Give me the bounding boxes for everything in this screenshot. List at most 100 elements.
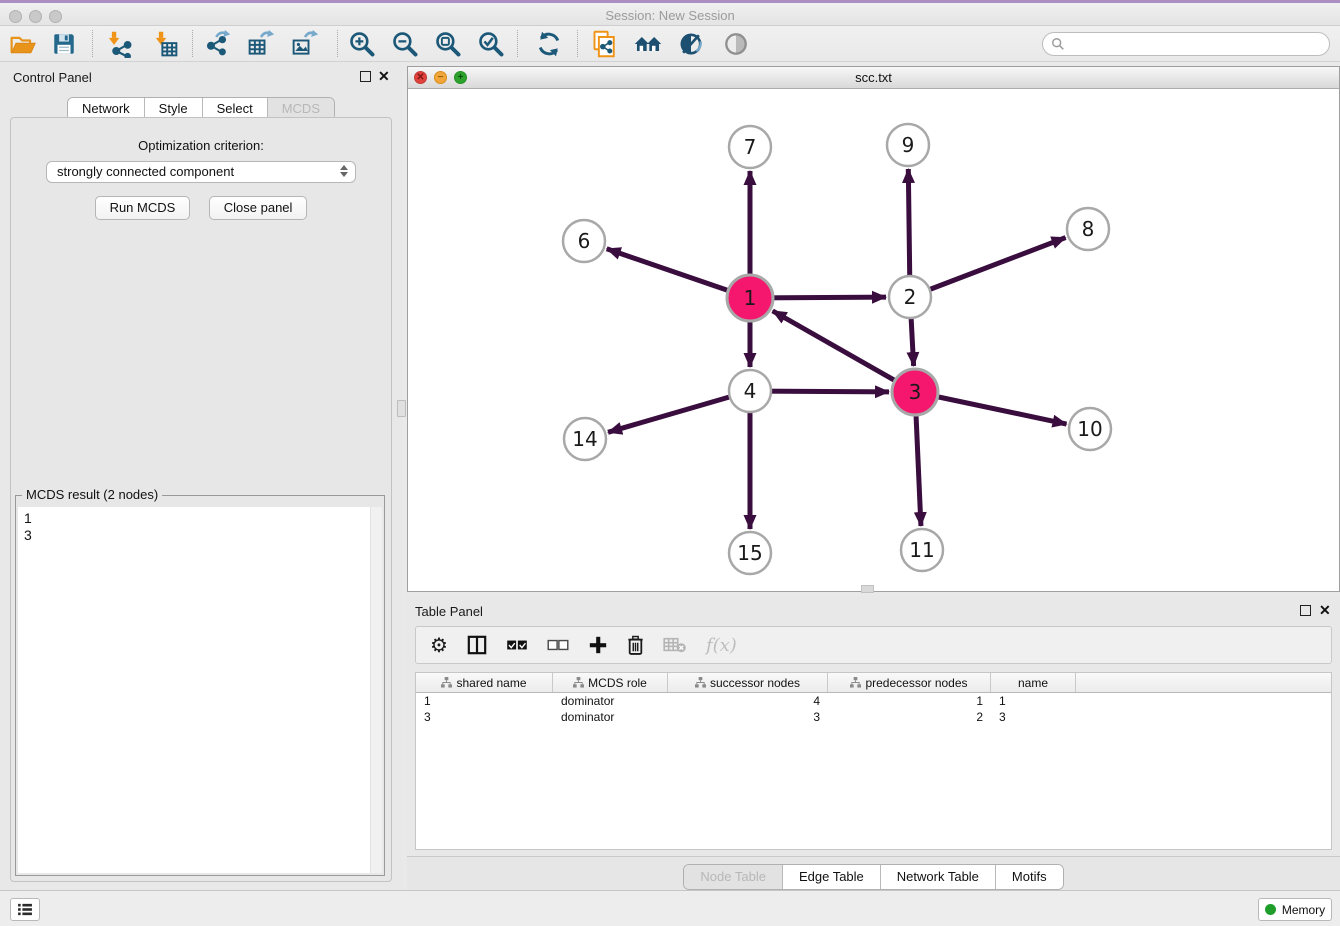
node-label-1: 1 (744, 286, 757, 310)
function-builder-icon[interactable]: f(x) (706, 631, 737, 659)
node-label-4: 4 (744, 379, 757, 403)
run-mcds-button[interactable]: Run MCDS (95, 196, 191, 220)
table-header-row: shared nameMCDS rolesuccessor nodesprede… (416, 673, 1331, 693)
dropdown-arrows-icon (340, 165, 348, 177)
result-scrollbar[interactable] (370, 507, 382, 873)
table-cell: 1 (416, 693, 553, 709)
mcds-tab-content: Optimization criterion: strongly connect… (10, 117, 392, 882)
result-line: 3 (24, 527, 376, 544)
column-header-shared-name[interactable]: shared name (416, 673, 553, 692)
column-tree-icon (441, 677, 452, 688)
result-line: 1 (24, 510, 376, 527)
show-column-panel-icon[interactable] (467, 631, 487, 659)
network-title: scc.txt (408, 70, 1339, 85)
column-tree-icon (695, 677, 706, 688)
column-header-MCDS-role[interactable]: MCDS role (553, 673, 668, 692)
table-cell: 3 (991, 709, 1076, 725)
export-table-icon[interactable] (243, 28, 279, 60)
save-session-icon[interactable] (46, 28, 82, 60)
tab-node-table[interactable]: Node Table (684, 865, 782, 889)
table-panel-title: Table Panel (415, 604, 483, 619)
zoom-in-icon[interactable] (344, 28, 380, 60)
zoom-selected-icon[interactable] (473, 28, 509, 60)
criterion-label: Optimization criterion: (11, 138, 391, 153)
table-row[interactable]: 1dominator411 (416, 693, 1331, 709)
mcds-result-list[interactable]: 13 (18, 507, 382, 873)
memory-label: Memory (1282, 903, 1325, 917)
control-panel-title: Control Panel (13, 70, 92, 85)
table-cell: 1 (828, 693, 991, 709)
table-panel-close-icon[interactable]: ✕ (1319, 603, 1331, 617)
list-icon (17, 903, 33, 916)
table-tabs-footer: Node TableEdge TableNetwork TableMotifs (407, 856, 1340, 890)
table-row[interactable]: 3dominator323 (416, 709, 1331, 725)
tab-edge-table[interactable]: Edge Table (782, 865, 880, 889)
tab-motifs[interactable]: Motifs (995, 865, 1063, 889)
table-toolbar: ⚙ f(x) (415, 626, 1332, 664)
export-network-icon[interactable] (200, 28, 236, 60)
column-header-predecessor-nodes[interactable]: predecessor nodes (828, 673, 991, 692)
zoom-out-icon[interactable] (387, 28, 423, 60)
panel-splitter-handle[interactable] (397, 400, 406, 417)
control-panel-float-icon[interactable] (360, 71, 371, 82)
table-cell: 1 (991, 693, 1076, 709)
network-graph[interactable]: 7968124314101511 (408, 89, 1339, 591)
delete-column-trash-icon[interactable] (627, 631, 644, 659)
criterion-value: strongly connected component (57, 164, 234, 179)
node-label-2: 2 (904, 285, 917, 309)
table-cell: 4 (668, 693, 828, 709)
column-header-name[interactable]: name (991, 673, 1076, 692)
canvas-resize-handle[interactable] (861, 585, 874, 593)
import-network-icon[interactable] (100, 28, 136, 60)
close-panel-button[interactable]: Close panel (209, 196, 308, 220)
control-panel: Control Panel ✕ NetworkStyleSelectMCDS O… (0, 62, 402, 890)
node-label-14: 14 (572, 427, 597, 451)
table-cell: dominator (553, 709, 668, 725)
edge-3-1[interactable] (773, 311, 915, 392)
column-tree-icon (573, 677, 584, 688)
table-body: 1dominator4113dominator323 (416, 693, 1331, 725)
tab-network-table[interactable]: Network Table (880, 865, 995, 889)
node-label-8: 8 (1082, 217, 1095, 241)
mcds-result-group: MCDS result (2 nodes) 13 (15, 495, 385, 876)
deselect-all-icon[interactable] (547, 631, 569, 659)
node-label-10: 10 (1077, 417, 1102, 441)
export-image-icon[interactable] (287, 28, 323, 60)
double-home-icon[interactable] (630, 28, 666, 60)
table-cell: 2 (828, 709, 991, 725)
add-column-plus-icon[interactable] (588, 631, 608, 659)
open-file-icon[interactable] (5, 28, 41, 60)
show-details-eye-icon[interactable] (718, 28, 754, 60)
search-icon (1051, 37, 1065, 51)
network-window-titlebar[interactable]: ✕ − + scc.txt (408, 67, 1339, 89)
edge-2-8[interactable] (910, 238, 1066, 297)
table-panel-float-icon[interactable] (1300, 605, 1311, 616)
table-tabs: Node TableEdge TableNetwork TableMotifs (683, 864, 1063, 890)
column-header-successor-nodes[interactable]: successor nodes (668, 673, 828, 692)
node-label-7: 7 (744, 135, 757, 159)
delete-table-icon[interactable] (663, 631, 687, 659)
control-panel-close-icon[interactable]: ✕ (378, 69, 390, 83)
network-window: ✕ − + scc.txt 7968124314101511 (407, 66, 1340, 592)
node-label-6: 6 (578, 229, 591, 253)
session-title: Session: New Session (0, 8, 1340, 23)
table-cell: 3 (668, 709, 828, 725)
duplicate-network-icon[interactable] (587, 28, 623, 60)
network-canvas[interactable]: 7968124314101511 (408, 89, 1339, 591)
column-tree-icon (850, 677, 861, 688)
node-label-9: 9 (902, 133, 915, 157)
task-history-button[interactable] (10, 898, 40, 921)
table-settings-gear-icon[interactable]: ⚙ (430, 631, 448, 659)
search-input[interactable] (1042, 32, 1330, 56)
table-cell: 3 (416, 709, 553, 725)
node-table: shared nameMCDS rolesuccessor nodesprede… (415, 672, 1332, 850)
refresh-icon[interactable] (531, 28, 567, 60)
hide-style-icon[interactable] (673, 28, 709, 60)
import-table-icon[interactable] (147, 28, 183, 60)
select-all-icon[interactable] (506, 631, 528, 659)
status-bar: Memory (0, 890, 1340, 926)
zoom-fit-icon[interactable] (430, 28, 466, 60)
memory-button[interactable]: Memory (1258, 898, 1332, 921)
criterion-select[interactable]: strongly connected component (46, 161, 356, 183)
node-label-3: 3 (909, 380, 922, 404)
